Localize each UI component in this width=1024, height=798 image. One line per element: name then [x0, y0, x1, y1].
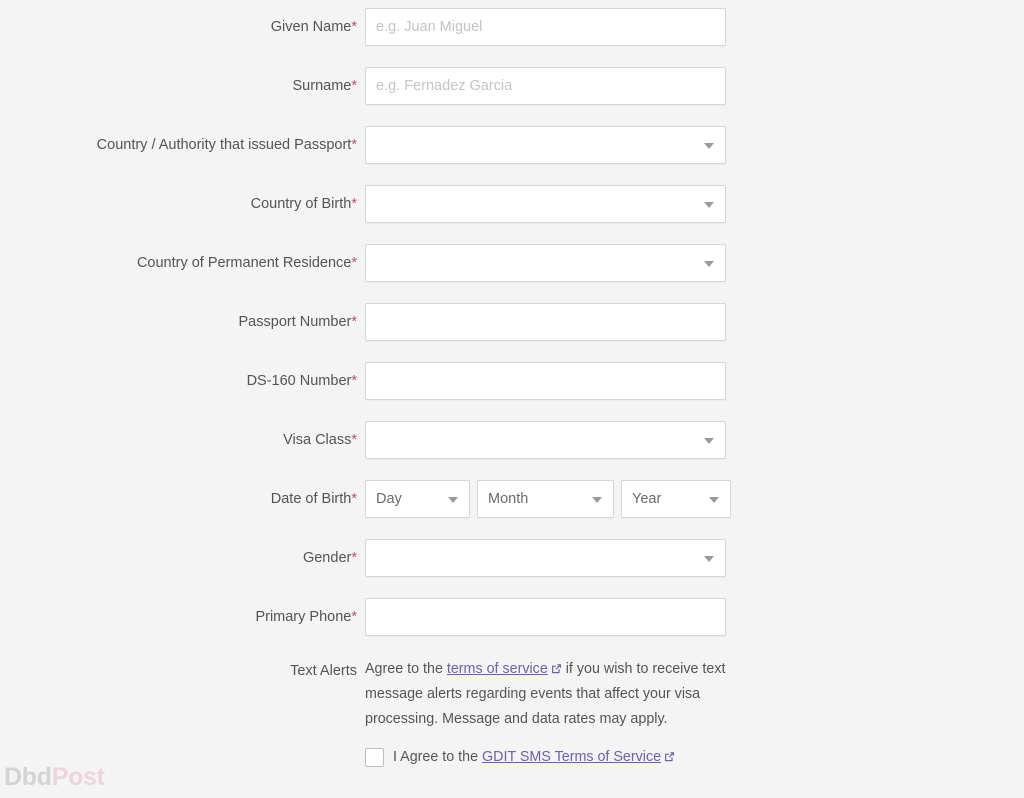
label-country-issued-passport: Country / Authority that issued Passport… [0, 126, 365, 164]
form-row-text-alerts: Text Alerts Agree to the terms of servic… [0, 657, 1024, 770]
required-marker: * [351, 491, 357, 507]
form-row-primary-phone: Primary Phone* [0, 598, 1024, 636]
field-cell-ds-160-number [365, 362, 1024, 400]
form-row-country-of-birth: Country of Birth* [0, 185, 1024, 223]
given-name-input[interactable] [365, 8, 726, 46]
select-value: Month [488, 491, 529, 507]
required-marker: * [351, 137, 357, 153]
label-text: Given Name [270, 19, 352, 35]
chevron-down-icon [704, 261, 714, 267]
text-alerts-description: Agree to the terms of service if you wis… [365, 657, 735, 732]
select-value: Year [632, 491, 662, 507]
date-of-birth-group: Day Month Year [365, 480, 731, 518]
gender-select[interactable] [365, 539, 726, 577]
label-text: Country of Permanent Residence [136, 255, 352, 271]
form-row-ds-160-number: DS-160 Number* [0, 362, 1024, 400]
dob-year-select[interactable]: Year [621, 480, 731, 518]
required-marker: * [351, 314, 357, 330]
field-cell-date-of-birth: Day Month Year [365, 480, 1024, 518]
label-given-name: Given Name* [0, 8, 365, 46]
label-primary-phone: Primary Phone* [0, 598, 365, 636]
visa-applicant-form: Given Name* Surname* Country / Authority… [0, 0, 1024, 770]
description-prefix: Agree to the [365, 661, 447, 677]
ds-160-number-input[interactable] [365, 362, 726, 400]
field-cell-country-issued-passport [365, 126, 1024, 164]
agree-label: I Agree to the GDIT SMS Terms of Service [393, 745, 675, 770]
watermark-logo: DbdPost [4, 763, 105, 792]
select-value: Day [376, 491, 402, 507]
primary-phone-input[interactable] [365, 598, 726, 636]
field-cell-gender [365, 539, 1024, 577]
form-row-passport-number: Passport Number* [0, 303, 1024, 341]
country-issued-passport-select[interactable] [365, 126, 726, 164]
required-marker: * [351, 373, 357, 389]
label-date-of-birth: Date of Birth* [0, 480, 365, 518]
label-text: Country of Birth [250, 196, 352, 212]
text-alerts-body: Agree to the terms of service if you wis… [365, 657, 735, 770]
watermark-part-two: Post [51, 763, 105, 791]
agree-checkbox-row: I Agree to the GDIT SMS Terms of Service [365, 745, 735, 770]
field-cell-country-of-birth [365, 185, 1024, 223]
external-link-icon [551, 663, 562, 674]
field-cell-text-alerts: Agree to the terms of service if you wis… [365, 657, 1024, 770]
required-marker: * [351, 78, 357, 94]
label-text: Date of Birth [270, 491, 352, 507]
label-text: Text Alerts [290, 663, 357, 679]
label-surname: Surname* [0, 67, 365, 105]
agree-prefix: I Agree to the [393, 749, 483, 765]
form-row-visa-class: Visa Class* [0, 421, 1024, 459]
watermark-part-one: Dbd [4, 763, 52, 791]
chevron-down-icon [592, 497, 602, 503]
surname-input[interactable] [365, 67, 726, 105]
required-marker: * [351, 19, 357, 35]
label-country-of-permanent-residence: Country of Permanent Residence* [0, 244, 365, 282]
label-text: Surname [292, 78, 352, 94]
label-country-of-birth: Country of Birth* [0, 185, 365, 223]
required-marker: * [351, 255, 357, 271]
gdit-sms-terms-link[interactable]: GDIT SMS Terms of Service [482, 749, 661, 765]
field-cell-country-of-permanent-residence [365, 244, 1024, 282]
field-cell-surname [365, 67, 1024, 105]
label-text: Country / Authority that issued Passport [96, 137, 352, 153]
chevron-down-icon [704, 202, 714, 208]
label-ds-160-number: DS-160 Number* [0, 362, 365, 400]
chevron-down-icon [448, 497, 458, 503]
form-row-country-of-permanent-residence: Country of Permanent Residence* [0, 244, 1024, 282]
external-link-icon [664, 751, 675, 762]
passport-number-input[interactable] [365, 303, 726, 341]
dob-month-select[interactable]: Month [477, 480, 614, 518]
required-marker: * [351, 196, 357, 212]
terms-of-service-link[interactable]: terms of service [447, 661, 548, 677]
field-cell-passport-number [365, 303, 1024, 341]
chevron-down-icon [704, 143, 714, 149]
country-of-permanent-residence-select[interactable] [365, 244, 726, 282]
chevron-down-icon [704, 438, 714, 444]
agree-sms-terms-checkbox[interactable] [365, 748, 384, 767]
visa-class-select[interactable] [365, 421, 726, 459]
country-of-birth-select[interactable] [365, 185, 726, 223]
chevron-down-icon [709, 497, 719, 503]
label-text: Gender [302, 550, 352, 566]
label-passport-number: Passport Number* [0, 303, 365, 341]
required-marker: * [351, 432, 357, 448]
label-visa-class: Visa Class* [0, 421, 365, 459]
required-marker: * [351, 550, 357, 566]
label-gender: Gender* [0, 539, 365, 577]
field-cell-visa-class [365, 421, 1024, 459]
form-row-gender: Gender* [0, 539, 1024, 577]
field-cell-given-name [365, 8, 1024, 46]
label-text: DS-160 Number [246, 373, 352, 389]
form-row-date-of-birth: Date of Birth* Day Month Year [0, 480, 1024, 518]
form-row-given-name: Given Name* [0, 8, 1024, 46]
required-marker: * [351, 609, 357, 625]
dob-day-select[interactable]: Day [365, 480, 470, 518]
field-cell-primary-phone [365, 598, 1024, 636]
form-row-country-issued-passport: Country / Authority that issued Passport… [0, 126, 1024, 164]
label-text: Primary Phone [255, 609, 352, 625]
label-text: Visa Class [283, 432, 352, 448]
label-text-alerts: Text Alerts [0, 657, 365, 684]
chevron-down-icon [704, 556, 714, 562]
form-row-surname: Surname* [0, 67, 1024, 105]
label-text: Passport Number [238, 314, 352, 330]
